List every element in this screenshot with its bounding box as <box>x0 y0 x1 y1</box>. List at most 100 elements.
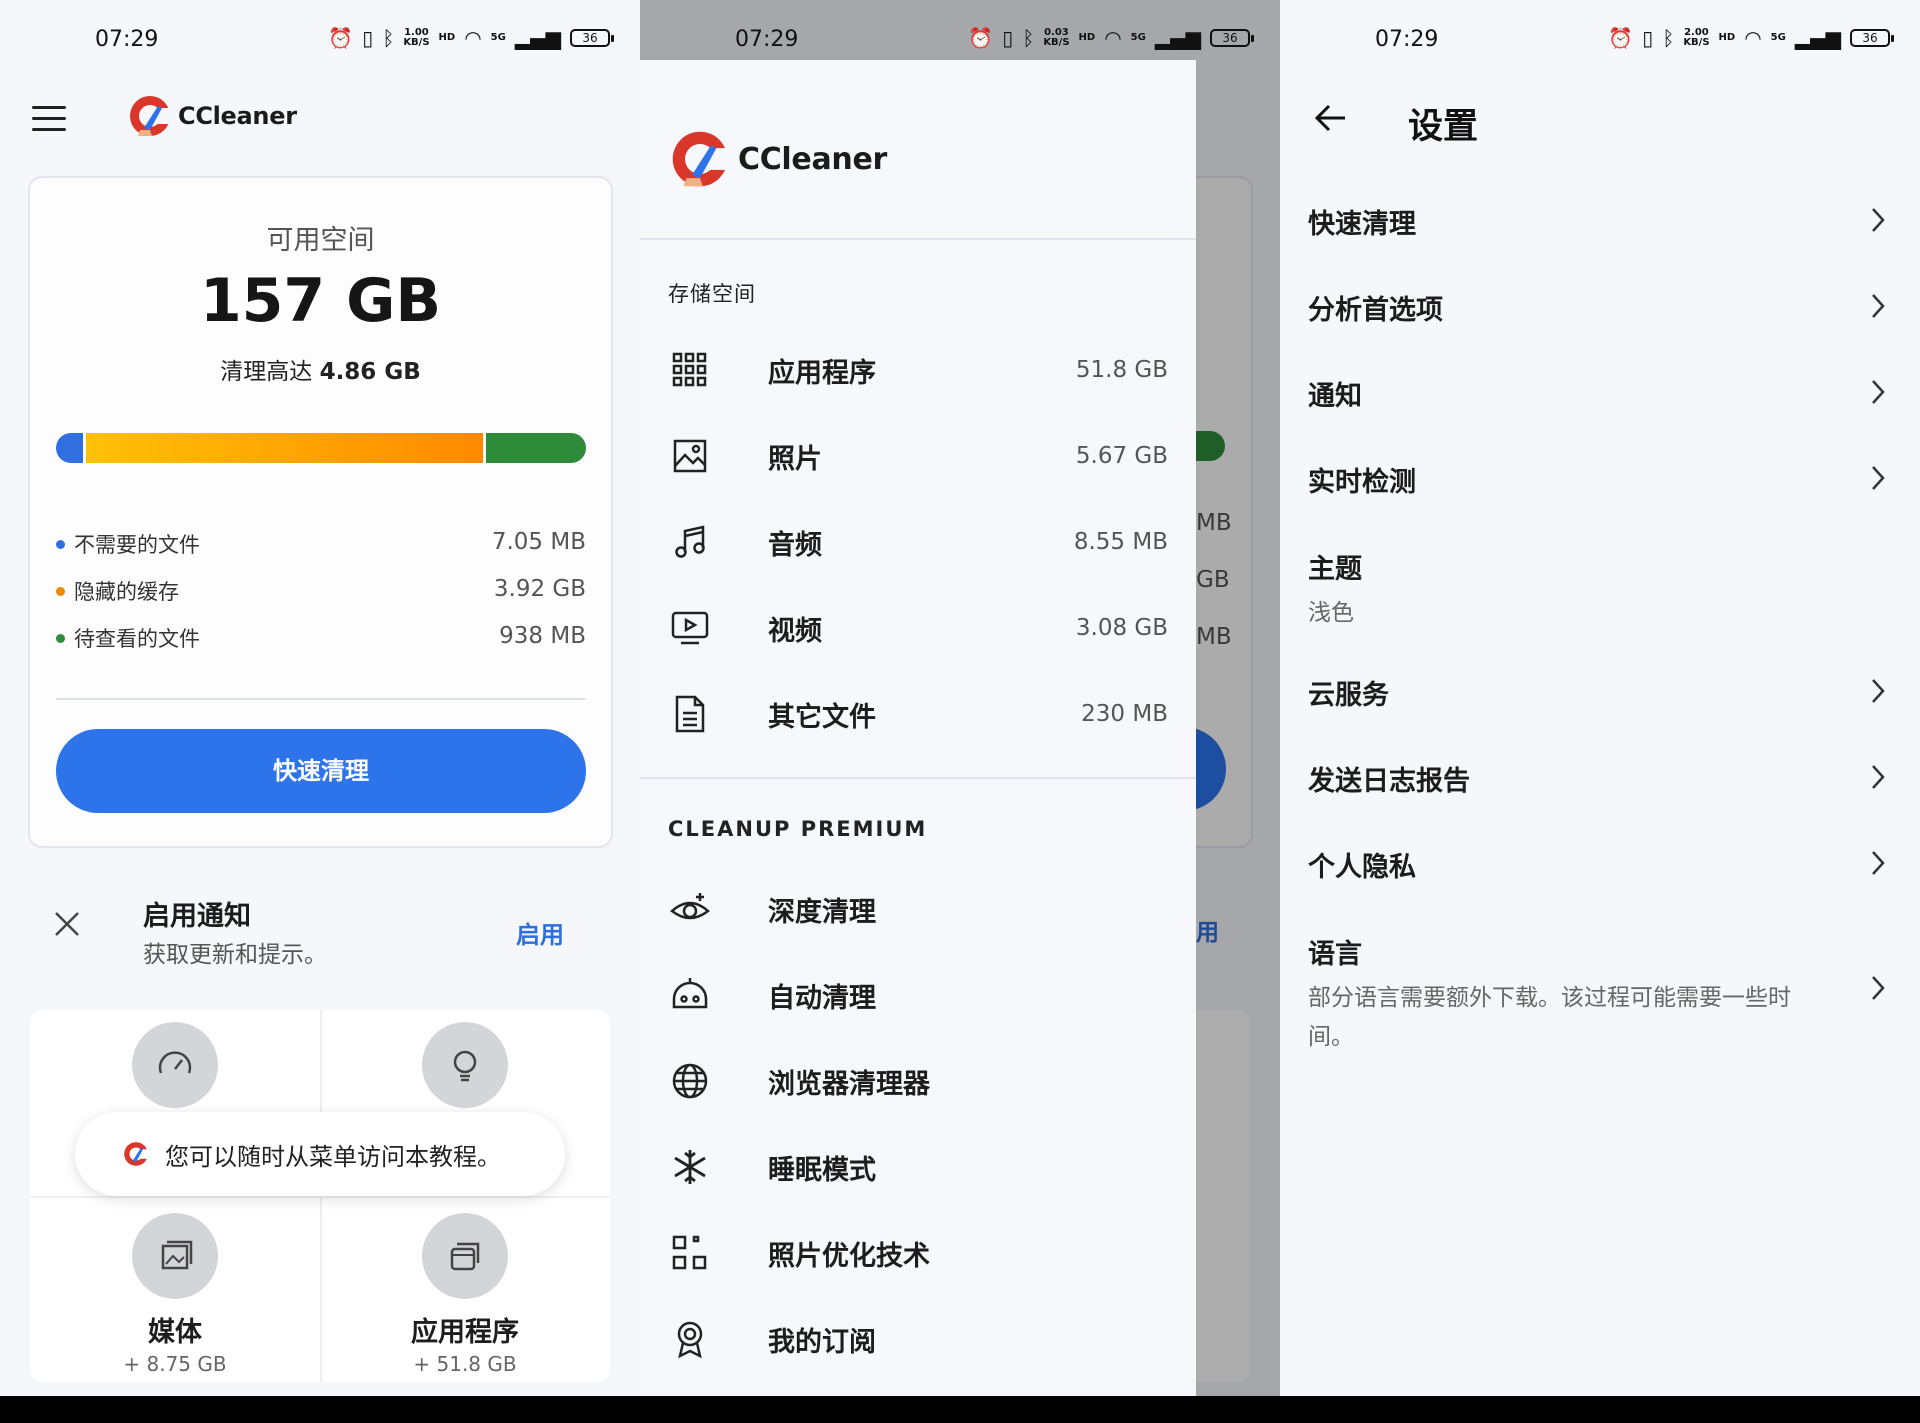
divider <box>640 238 1196 240</box>
apps-icon <box>422 1213 508 1299</box>
bluetooth-icon: ᛒ <box>382 26 395 50</box>
signal-5g-icon: 5G <box>490 32 506 43</box>
drawer-item-apps[interactable]: 应用程序 51.8 GB <box>640 327 1196 413</box>
net-speed: 1.00 KB/S <box>403 27 430 48</box>
storage-card: 可用空间 157 GB 清理高达 4.86 GB 不需要的文件 7.05 MB … <box>28 176 613 848</box>
wifi-icon: ◠ <box>1104 26 1122 50</box>
document-icon <box>670 694 710 734</box>
drawer-item-video[interactable]: 视频 3.08 GB <box>640 585 1196 671</box>
app-logo: CCleaner <box>128 94 297 138</box>
divider <box>56 698 586 700</box>
drawer-item-auto-clean[interactable]: 自动清理 <box>640 952 1196 1038</box>
ccleaner-logo-icon <box>124 1142 149 1166</box>
tiles-icon <box>670 1233 710 1273</box>
app-name: CCleaner <box>738 141 888 177</box>
hd-icon: HD <box>1078 32 1096 43</box>
quick-clean-button[interactable]: 快速清理 <box>56 729 586 813</box>
ccleaner-logo-icon <box>130 96 172 136</box>
speedometer-icon <box>132 1022 218 1108</box>
vibrate-icon: ▯ <box>362 26 374 50</box>
music-note-icon <box>670 522 710 562</box>
status-icons: ⏰ ▯ ᛒ 0.03 KB/S HD ◠ 5G ▂▄▆ 36 <box>968 26 1254 50</box>
storage-section-header: 存储空间 <box>668 282 756 306</box>
signal-5g-icon: 5G <box>1770 32 1786 43</box>
wifi-icon: ◠ <box>1744 26 1762 50</box>
signal-5g-icon: 5G <box>1130 32 1146 43</box>
page-title: 设置 <box>1408 107 1479 147</box>
robot-icon <box>670 975 710 1015</box>
premium-section-header: CLEANUP PREMIUM <box>668 817 928 841</box>
drawer-item-other-files[interactable]: 其它文件 230 MB <box>640 671 1196 757</box>
tutorial-toast: 您可以随时从菜单访问本教程。 <box>75 1112 565 1196</box>
settings-item-notifications[interactable]: 通知 <box>1308 374 1898 413</box>
drawer-item-browser-cleaner[interactable]: 浏览器清理器 <box>640 1038 1196 1124</box>
chevron-right-icon <box>1872 294 1885 318</box>
drawer-item-sleep-mode[interactable]: 睡眠模式 <box>640 1124 1196 1210</box>
chevron-right-icon <box>1872 851 1885 875</box>
feature-tiles: 睡眠模式 提示 媒体 + 8.75 GB 应用程序 + 51.8 GB <box>30 1010 610 1382</box>
legend-row-junk[interactable]: 不需要的文件 7.05 MB <box>56 529 586 559</box>
usage-bar-segment-cache <box>85 433 483 463</box>
net-speed: 0.03 KB/S <box>1043 27 1070 48</box>
battery-icon: 36 <box>1210 29 1254 47</box>
vibrate-icon: ▯ <box>1002 26 1014 50</box>
drawer-item-photos[interactable]: 照片 5.67 GB <box>640 413 1196 499</box>
status-bar: 07:29 ⏰ ▯ ᛒ 2.00 KB/S HD ◠ 5G ▂▄▆ 36 <box>1280 0 1920 80</box>
enable-notifications-button[interactable]: 启用 <box>516 915 564 950</box>
alarm-icon: ⏰ <box>328 26 354 50</box>
close-icon[interactable] <box>52 909 82 939</box>
battery-icon: 36 <box>1850 29 1894 47</box>
orange-dot-icon <box>56 586 65 596</box>
net-speed: 2.00 KB/S <box>1683 27 1710 48</box>
snowflake-icon <box>670 1147 710 1187</box>
hd-icon: HD <box>438 32 456 43</box>
notification-subtitle: 获取更新和提示。 <box>143 942 327 968</box>
app-name: CCleaner <box>178 102 297 130</box>
drawer-item-my-subscription[interactable]: 我的订阅 <box>640 1296 1196 1382</box>
eye-sparkle-icon <box>670 889 710 929</box>
drawer-item-deep-clean[interactable]: 深度清理 <box>640 866 1196 952</box>
status-time: 07:29 <box>95 27 159 52</box>
signal-icon: ▂▄▆ <box>514 26 561 50</box>
app-logo: CCleaner <box>670 129 887 189</box>
alarm-icon: ⏰ <box>968 26 994 50</box>
settings-item-send-log-report[interactable]: 发送日志报告 <box>1308 759 1898 798</box>
hd-icon: HD <box>1718 32 1736 43</box>
bluetooth-icon: ᛒ <box>1022 26 1035 50</box>
settings-item-theme[interactable]: 主题 浅色 <box>1308 547 1898 633</box>
blue-dot-icon <box>56 539 65 549</box>
drawer-item-audio[interactable]: 音频 8.55 MB <box>640 499 1196 585</box>
status-icons: ⏰ ▯ ᛒ 1.00 KB/S HD ◠ 5G ▂▄▆ 36 <box>328 26 614 50</box>
available-space-value: 157 GB <box>199 266 442 336</box>
battery-icon: 36 <box>570 29 614 47</box>
status-bar: 07:29 ⏰ ▯ ᛒ 0.03 KB/S HD ◠ 5G ▂▄▆ 36 <box>640 0 1280 80</box>
settings-screen: 07:29 ⏰ ▯ ᛒ 2.00 KB/S HD ◠ 5G ▂▄▆ 36 设置 快… <box>1280 0 1920 1396</box>
settings-item-privacy[interactable]: 个人隐私 <box>1308 845 1898 884</box>
toast-text: 您可以随时从菜单访问本教程。 <box>165 1142 501 1171</box>
drawer-item-photo-optimizer[interactable]: 照片优化技术 <box>640 1210 1196 1296</box>
legend-row-review[interactable]: 待查看的文件 938 MB <box>56 623 586 653</box>
settings-item-quick-clean[interactable]: 快速清理 <box>1308 202 1898 241</box>
notification-title: 启用通知 <box>143 901 251 932</box>
chevron-right-icon <box>1872 208 1885 232</box>
green-dot-icon <box>56 633 65 643</box>
status-bar: 07:29 ⏰ ▯ ᛒ 1.00 KB/S HD ◠ 5G ▂▄▆ 36 <box>0 0 640 80</box>
usage-bar-segment-junk <box>56 433 83 463</box>
chevron-right-icon <box>1872 466 1885 490</box>
settings-item-realtime-detection[interactable]: 实时检测 <box>1308 460 1898 499</box>
menu-icon[interactable] <box>32 106 66 132</box>
theme-value: 浅色 <box>1308 600 1354 626</box>
grid-icon <box>670 350 710 390</box>
vibrate-icon: ▯ <box>1642 26 1654 50</box>
award-icon <box>670 1319 710 1359</box>
settings-item-cloud-services[interactable]: 云服务 <box>1308 673 1898 712</box>
settings-item-language[interactable]: 语言 部分语言需要额外下载。该过程可能需要一些时间。 <box>1308 932 1898 1057</box>
usage-bar-segment-review <box>486 433 586 463</box>
storage-usage-bar <box>56 433 586 463</box>
settings-item-analysis-preferences[interactable]: 分析首选项 <box>1308 288 1898 327</box>
ccleaner-logo-icon <box>672 131 730 187</box>
back-arrow-icon[interactable] <box>1313 100 1349 136</box>
bluetooth-icon: ᛒ <box>1662 26 1675 50</box>
divider <box>640 777 1196 779</box>
legend-row-cache[interactable]: 隐藏的缓存 3.92 GB <box>56 576 586 606</box>
